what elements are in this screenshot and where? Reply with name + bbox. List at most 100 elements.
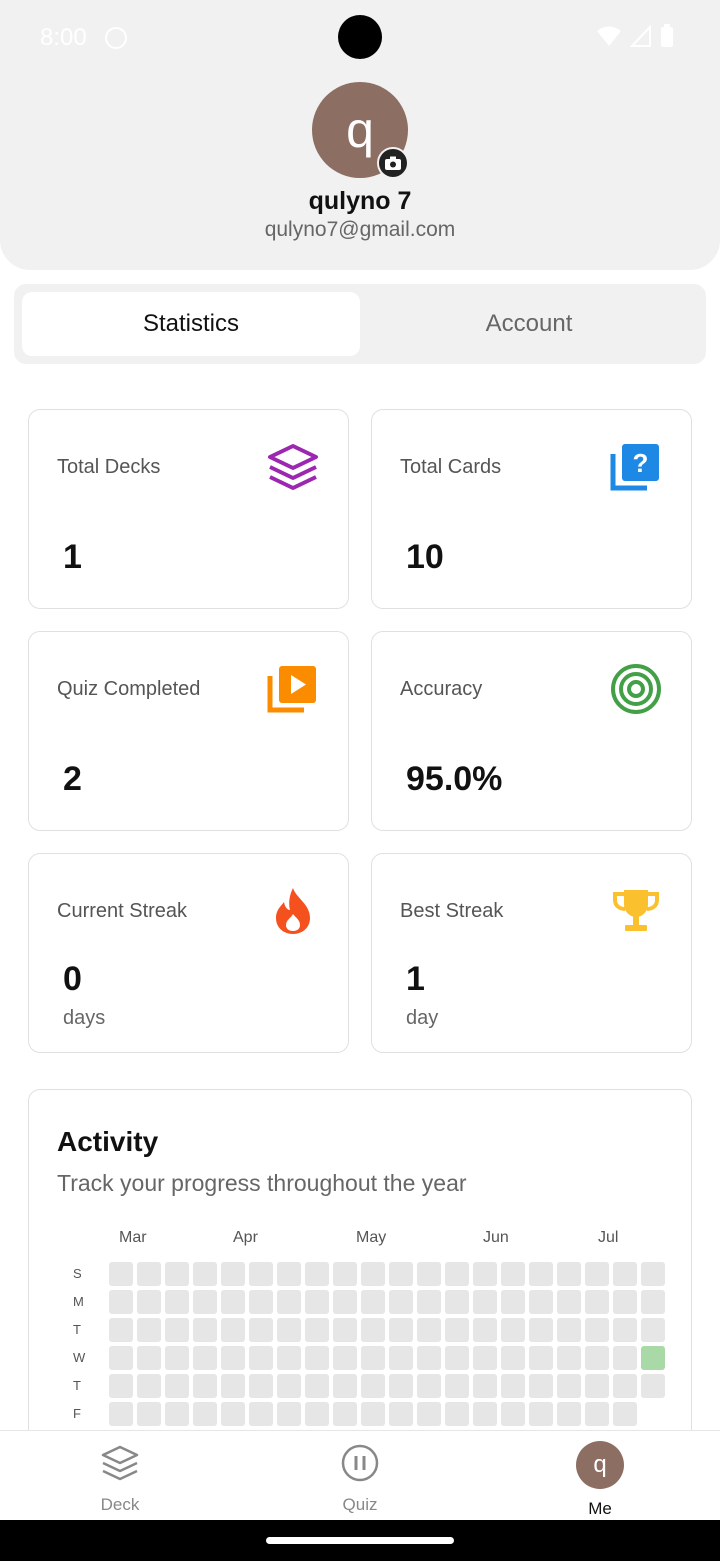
heatmap-cell [445, 1318, 469, 1342]
heatmap-cell [473, 1402, 497, 1426]
heatmap-cell [193, 1262, 217, 1286]
heatmap-cell [473, 1262, 497, 1286]
nav-me[interactable]: q Me [540, 1431, 660, 1521]
day-label: T [73, 1378, 81, 1393]
heatmap-cell [249, 1402, 273, 1426]
camera-cutout [338, 15, 382, 59]
day-label: W [73, 1350, 86, 1365]
heatmap-cell [277, 1374, 301, 1398]
heatmap-cell [109, 1402, 133, 1426]
heatmap-cell [109, 1346, 133, 1370]
activity-subtitle: Track your progress throughout the year [57, 1170, 467, 1196]
heatmap-cell [305, 1402, 329, 1426]
heatmap-cell [221, 1374, 245, 1398]
heatmap-cell [277, 1290, 301, 1314]
heatmap-cell [389, 1374, 413, 1398]
tab-account[interactable]: Account [360, 292, 698, 356]
heatmap-cell [305, 1374, 329, 1398]
heatmap-cell [137, 1318, 161, 1342]
stat-label: Best Streak [400, 900, 504, 922]
heatmap-cell [305, 1290, 329, 1314]
heatmap-cell [109, 1262, 133, 1286]
heatmap-cell [613, 1290, 637, 1314]
day-label: M [73, 1294, 84, 1309]
heatmap-cell [165, 1318, 189, 1342]
heatmap-cell [613, 1318, 637, 1342]
heatmap-cell [501, 1318, 525, 1342]
heatmap-cell [277, 1262, 301, 1286]
nav-label: Deck [100, 1495, 140, 1514]
stat-label: Quiz Completed [57, 678, 201, 700]
heatmap-cell [165, 1262, 189, 1286]
heatmap-cell [305, 1262, 329, 1286]
heatmap-cell [389, 1402, 413, 1426]
stat-value: 95.0% [406, 760, 503, 798]
month-label: May [356, 1229, 387, 1246]
status-notification-icon [105, 27, 127, 49]
heatmap-cell [305, 1346, 329, 1370]
stat-card-quiz-completed: Quiz Completed 2 [28, 631, 349, 831]
home-indicator[interactable] [266, 1537, 454, 1544]
heatmap-cell [249, 1262, 273, 1286]
heatmap-cell [417, 1402, 441, 1426]
heatmap-cell [585, 1262, 609, 1286]
activity-title: Activity [57, 1126, 159, 1157]
heatmap-cell [249, 1374, 273, 1398]
heatmap-cell [389, 1346, 413, 1370]
heatmap-cell [445, 1402, 469, 1426]
heatmap-cell [193, 1346, 217, 1370]
day-label: S [73, 1266, 82, 1281]
heatmap-cell [529, 1262, 553, 1286]
tab-statistics[interactable]: Statistics [22, 292, 360, 356]
heatmap-cell [473, 1290, 497, 1314]
day-label: T [73, 1322, 81, 1337]
heatmap-cell [557, 1318, 581, 1342]
stat-value: 2 [63, 760, 82, 798]
heatmap-cell [529, 1402, 553, 1426]
heatmap-cell [417, 1318, 441, 1342]
heatmap-cell [529, 1290, 553, 1314]
heatmap-cell [361, 1318, 385, 1342]
play-library-icon [266, 662, 320, 716]
stat-label: Current Streak [57, 900, 188, 922]
wifi-icon [597, 26, 621, 46]
heatmap-cell [333, 1346, 357, 1370]
heatmap-cell [529, 1346, 553, 1370]
status-icons [596, 24, 674, 48]
status-time: 8:00 [40, 24, 87, 51]
trophy-icon [609, 884, 663, 938]
stat-card-accuracy: Accuracy 95.0% [371, 631, 692, 831]
heatmap-cell [109, 1374, 133, 1398]
signal-icon [630, 25, 651, 47]
heatmap-cell [613, 1374, 637, 1398]
heatmap-cell [641, 1290, 665, 1314]
camera-icon[interactable] [377, 147, 409, 179]
stat-label: Accuracy [400, 678, 483, 700]
heatmap-cell [529, 1318, 553, 1342]
heatmap-cell [501, 1346, 525, 1370]
heatmap-cell [473, 1346, 497, 1370]
heatmap-cell [333, 1262, 357, 1286]
layers-icon [266, 440, 320, 494]
heatmap-cell [557, 1402, 581, 1426]
heatmap-cell [445, 1374, 469, 1398]
heatmap-cell [361, 1346, 385, 1370]
month-label: Jun [483, 1229, 509, 1246]
heatmap-cell [445, 1290, 469, 1314]
heatmap-cell [557, 1290, 581, 1314]
heatmap-cell [221, 1318, 245, 1342]
avatar-letter: q [593, 1451, 607, 1478]
heatmap-cell [585, 1290, 609, 1314]
day-label: F [73, 1406, 81, 1421]
profile-name: qulyno 7 [308, 187, 412, 215]
heatmap-cell [417, 1290, 441, 1314]
stat-label: Total Decks [57, 456, 161, 478]
heatmap-cell [501, 1374, 525, 1398]
stat-card-total-cards: Total Cards 10 ? [371, 409, 692, 609]
heatmap-cell [529, 1374, 553, 1398]
nav-deck[interactable]: Deck [60, 1431, 180, 1521]
heatmap-cell [193, 1318, 217, 1342]
heatmap-cell [193, 1290, 217, 1314]
nav-quiz[interactable]: Quiz [300, 1431, 420, 1521]
heatmap-cell [165, 1374, 189, 1398]
